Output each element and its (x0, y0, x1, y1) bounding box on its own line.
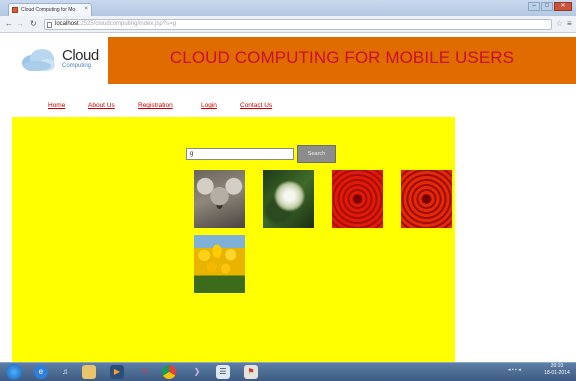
nav-contact-us-link[interactable]: Contact Us (240, 102, 272, 109)
tab-title: Cloud Computing for Mo (21, 7, 76, 13)
page-title: CLOUD COMPUTING FOR MOBILE USERS (169, 48, 515, 67)
forward-arrow-icon[interactable]: → (16, 20, 24, 28)
search-button[interactable]: Search (297, 145, 336, 163)
result-image-koala[interactable] (194, 170, 245, 228)
screen: Cloud Computing for Mo × – □ ✕ ← → ↻ loc… (0, 0, 576, 381)
chrome-icon[interactable] (162, 365, 176, 379)
start-button-icon[interactable] (6, 364, 22, 380)
clock-date: 18-01-2014 (544, 370, 570, 376)
minimize-button[interactable]: – (528, 2, 540, 11)
clock-time: 20:10 (550, 363, 564, 369)
document-icon[interactable]: ☰ (216, 365, 230, 379)
ie-icon[interactable]: e (34, 365, 48, 379)
menu-icon[interactable]: ≡ (567, 20, 572, 28)
eclipse-icon[interactable]: ❯ (190, 365, 204, 379)
header-banner: CLOUD COMPUTING FOR MOBILE USERS (108, 37, 576, 84)
search-input[interactable] (186, 148, 294, 160)
nav-about-us-link[interactable]: About Us (88, 102, 115, 109)
address-bar[interactable]: localhost:2525/cloudcomputing/index.jsp?… (44, 19, 552, 30)
nav-registration-link[interactable]: Registration (138, 102, 173, 109)
url-path: :2525/cloudcomputing/index.jsp?s=g (78, 21, 176, 27)
taskbar: e ♫ ▶ ✎ ❯ ☰ ⚑ (0, 362, 576, 381)
url-host: localhost (55, 21, 79, 27)
media-icon[interactable]: ♫ (58, 365, 72, 379)
player-icon[interactable]: ▶ (110, 365, 124, 379)
bookmark-star-icon[interactable]: ☆ (556, 20, 563, 28)
cloud-logo-icon (22, 49, 55, 71)
close-window-button[interactable]: ✕ (554, 2, 572, 11)
tool-icon[interactable]: ✎ (138, 365, 152, 379)
result-image-white-flower[interactable] (263, 170, 314, 228)
result-image-chrysanthemum[interactable] (332, 170, 383, 228)
back-arrow-icon[interactable]: ← (5, 20, 13, 28)
logo-subtitle: Computing (62, 63, 92, 69)
nav-home-link[interactable]: Home (48, 102, 65, 109)
logo-wordmark: Cloud (62, 47, 99, 64)
taskbar-clock[interactable]: 20:10 18-01-2014 (540, 363, 574, 377)
favicon-icon (12, 7, 18, 13)
site-logo[interactable]: Cloud Computing (14, 37, 108, 85)
system-tray: ◂ ▪ ▪ ◂ (508, 367, 521, 373)
folder-icon[interactable] (82, 365, 96, 379)
app-icon[interactable]: ⚑ (244, 365, 258, 379)
browser-toolbar: ← → ↻ localhost:2525/cloudcomputing/inde… (0, 16, 576, 33)
close-tab-icon[interactable]: × (84, 6, 88, 12)
maximize-button[interactable]: □ (541, 2, 553, 11)
browser-titlebar: Cloud Computing for Mo × – □ ✕ (0, 0, 576, 16)
nav-login-link[interactable]: Login (201, 102, 217, 109)
browser-tab[interactable]: Cloud Computing for Mo × (8, 3, 92, 16)
window-controls: – □ ✕ (528, 2, 572, 11)
result-image-tulips[interactable] (194, 235, 245, 293)
result-image-chrysanthemum-2[interactable] (401, 170, 452, 228)
page-icon (47, 22, 52, 28)
reload-icon[interactable]: ↻ (30, 20, 37, 28)
